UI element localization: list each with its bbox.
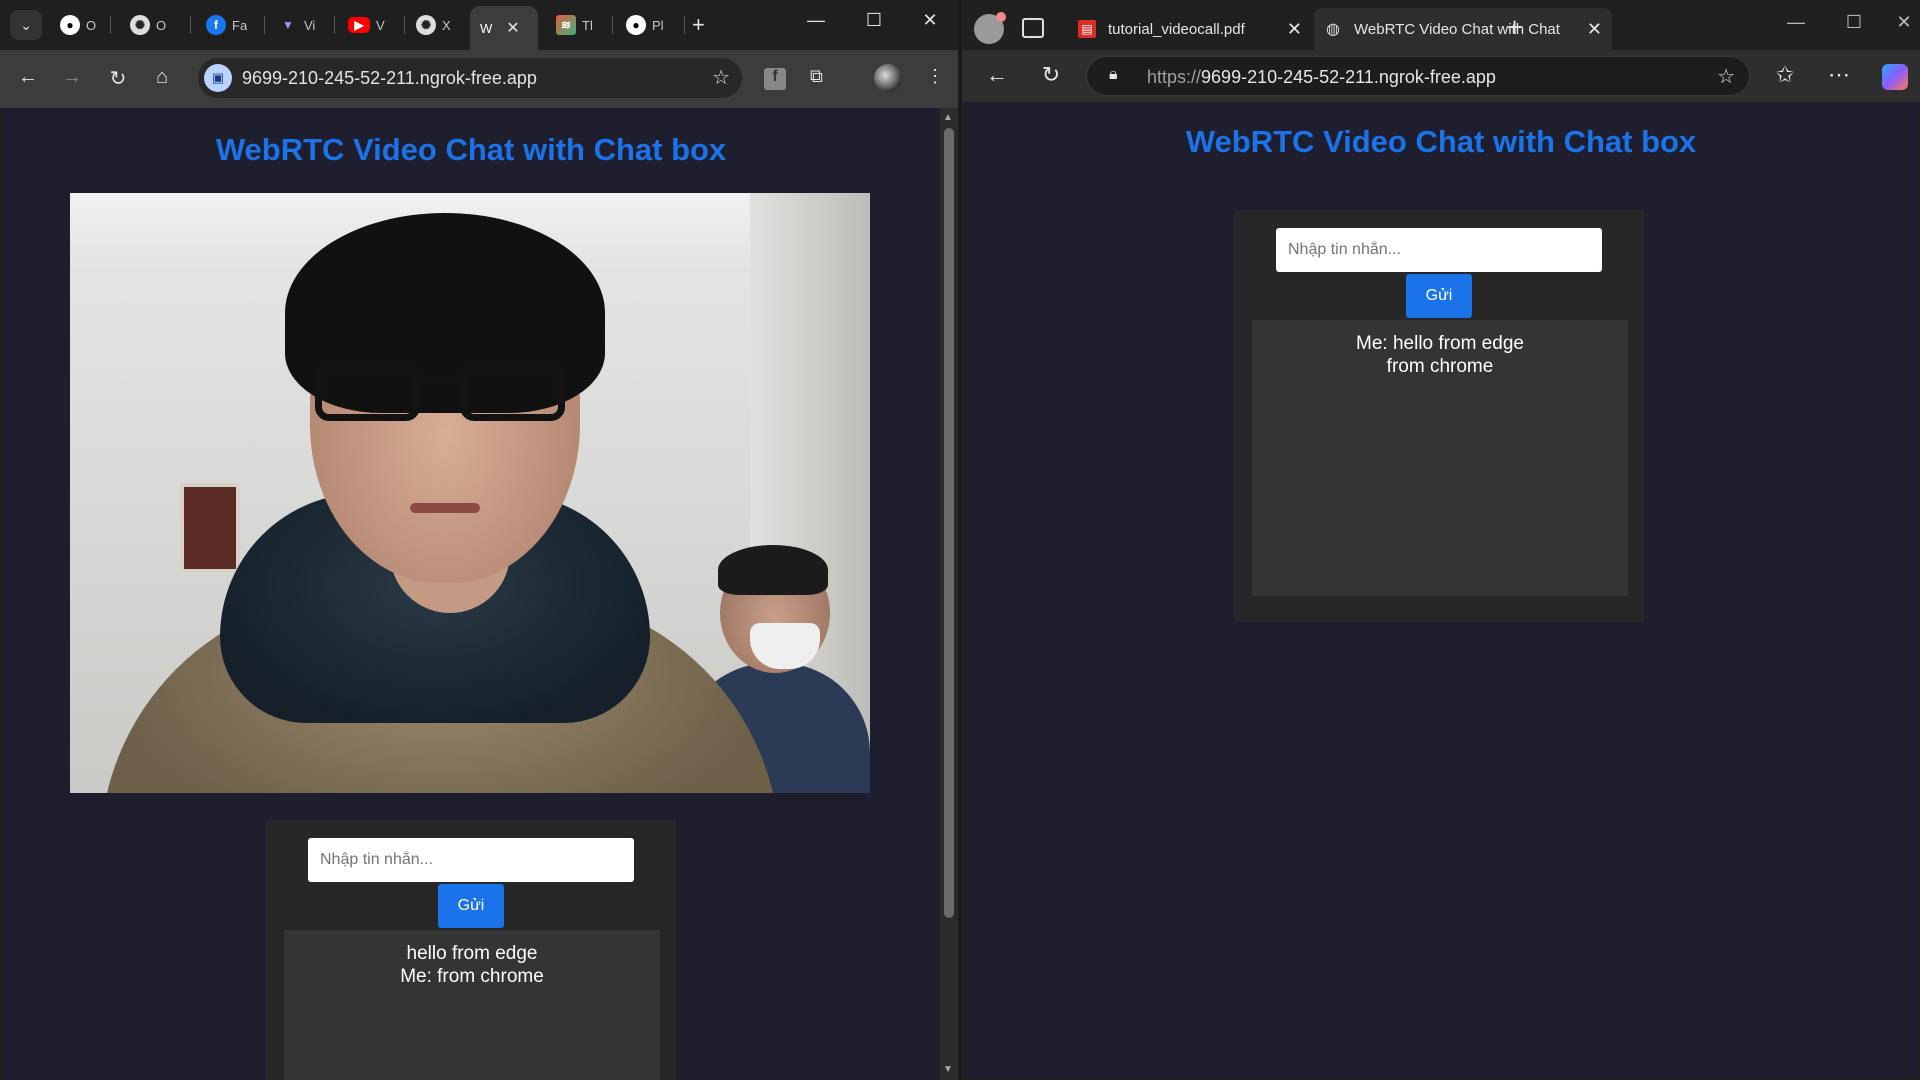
chrome-tab-8[interactable]: ≋ Tl [546,8,593,42]
openai-icon: ✺ [130,15,150,35]
github-icon: ● [60,15,80,35]
local-video [70,193,870,793]
tab-label: Vi [304,17,316,33]
bookmark-star-icon[interactable]: ☆ [712,65,730,90]
extensions-puzzle-icon[interactable]: ⧉ [810,66,823,87]
edge-tabstrip: ▤ tutorial_videocall.pdf ✕ ◍ WebRTC Vide… [962,0,1920,56]
messages-box: Me: hello from edge from chrome [1252,320,1628,596]
tab-label: V [376,17,385,33]
more-menu-icon[interactable]: ⋯ [1824,62,1854,88]
url-text[interactable]: https://9699-210-245-52-211.ngrok-free.a… [1147,67,1496,88]
chrome-tabstrip: ⌄ ● O ✺ O f Fa ▼ Vi ▶ V ✺ X W ✕ ≋ Tl ● P… [0,0,958,50]
facebook-icon: f [206,15,226,35]
edge-tab-active[interactable]: ◍ WebRTC Video Chat with Chat ✕ [1314,8,1612,50]
page-title: WebRTC Video Chat with Chat box [215,132,727,167]
new-tab-button[interactable]: + [1507,12,1522,43]
back-icon[interactable]: ← [14,66,42,89]
facebook-extension-icon[interactable]: f [764,68,786,90]
page-title: WebRTC Video Chat with Chat box [1185,124,1697,159]
chrome-tab-5[interactable]: ▶ V [338,8,385,42]
edge-tab-pdf[interactable]: ▤ tutorial_videocall.pdf ✕ [1068,8,1312,50]
chrome-tab-3[interactable]: f Fa [196,8,247,42]
chrome-tab-4[interactable]: ▼ Vi [268,8,315,42]
chrome-toolbar: ← → ↻ ⌂ ▣ 9699-210-245-52-211.ngrok-free… [0,50,958,108]
tab-label: X [442,17,451,33]
new-tab-button[interactable]: + [692,12,705,38]
address-bar[interactable]: ▣ 9699-210-245-52-211.ngrok-free.app ☆ [198,58,742,98]
reload-icon[interactable]: ↻ [1036,62,1066,88]
avatar[interactable] [874,64,902,92]
copilot-icon[interactable] [1882,64,1908,90]
globe-icon: ◍ [1326,21,1340,38]
github-icon: ● [626,15,646,35]
chrome-page: WebRTC Video Chat with Chat box Gửi [2,108,940,1080]
tab-label: Pl [652,17,664,33]
address-bar[interactable]: 🔒︎ https://9699-210-245-52-211.ngrok-fre… [1086,56,1750,96]
minimize-button[interactable]: — [796,10,836,31]
tab-label: O [156,17,167,33]
edge-window: ▤ tutorial_videocall.pdf ✕ ◍ WebRTC Vide… [962,0,1920,1080]
tab-label: Tl [582,17,593,33]
chrome-window: ⌄ ● O ✺ O f Fa ▼ Vi ▶ V ✺ X W ✕ ≋ Tl ● P… [0,0,958,1080]
back-icon[interactable]: ← [982,62,1012,88]
tab-label: Fa [232,17,248,33]
minimize-button[interactable]: — [1776,12,1816,33]
scrollbar[interactable]: ▲ ▼ [940,108,958,1080]
video-camera-icon[interactable]: ▣ [204,64,232,92]
chat-panel: Gửi Me: hello from edge from chrome [1234,210,1644,622]
chrome-tab-6[interactable]: ✺ X [406,8,451,42]
send-button[interactable]: Gửi [438,884,504,928]
tab-actions-icon[interactable] [1022,18,1044,38]
favorites-icon[interactable]: ✩ [1770,62,1800,88]
chrome-tab-1[interactable]: ● O [50,8,96,42]
message-item: hello from edge [406,943,538,964]
tab-label: O [86,17,97,33]
pdf-icon: ▤ [1078,20,1096,38]
tab-label: WebRTC Video Chat with Chat [1354,20,1560,38]
message-item: Me: from chrome [400,966,544,987]
chevron-down-icon: ⌄ [20,16,32,33]
message-item: Me: hello from edge [1356,333,1524,354]
more-menu-icon[interactable]: ⋮ [926,66,944,87]
maximize-button[interactable]: ☐ [854,10,894,31]
message-input[interactable] [308,838,634,882]
url-text[interactable]: 9699-210-245-52-211.ngrok-free.app [242,68,537,89]
close-icon[interactable]: ✕ [1587,19,1602,40]
app-icon: ≋ [556,15,576,35]
edge-page: WebRTC Video Chat with Chat box Gửi Me: … [964,102,1918,1078]
vite-icon: ▼ [282,18,294,32]
close-window-button[interactable]: ✕ [910,10,950,31]
openai-icon: ✺ [416,15,436,35]
maximize-button[interactable]: ☐ [1834,12,1874,33]
chat-panel: Gửi hello from edge Me: from chrome [266,820,676,1080]
chrome-tab-9[interactable]: ● Pl [616,8,664,42]
close-icon[interactable]: ✕ [1287,19,1302,40]
forward-icon[interactable]: → [58,66,86,89]
chrome-tab-active[interactable]: W ✕ [470,6,538,50]
favorite-star-icon[interactable]: ☆ [1717,64,1735,89]
close-icon[interactable]: ✕ [506,18,519,38]
tab-search-button[interactable]: ⌄ [10,10,42,40]
close-window-button[interactable]: ✕ [1884,12,1920,33]
chrome-tab-2[interactable]: ✺ O [120,8,166,42]
edge-toolbar: ← ↻ 🔒︎ https://9699-210-245-52-211.ngrok… [962,50,1920,102]
lock-icon[interactable]: 🔒︎ [1109,66,1118,84]
home-icon[interactable]: ⌂ [148,66,176,89]
reload-icon[interactable]: ↻ [104,66,132,91]
youtube-icon: ▶ [348,17,370,33]
send-button[interactable]: Gửi [1406,274,1472,318]
tab-label: W [480,20,493,36]
message-item: from chrome [1386,356,1494,377]
tab-label: tutorial_videocall.pdf [1108,20,1245,38]
messages-box: hello from edge Me: from chrome [284,930,660,1080]
scrollbar-thumb[interactable] [944,128,954,918]
notification-dot [996,12,1006,22]
message-input[interactable] [1276,228,1602,272]
